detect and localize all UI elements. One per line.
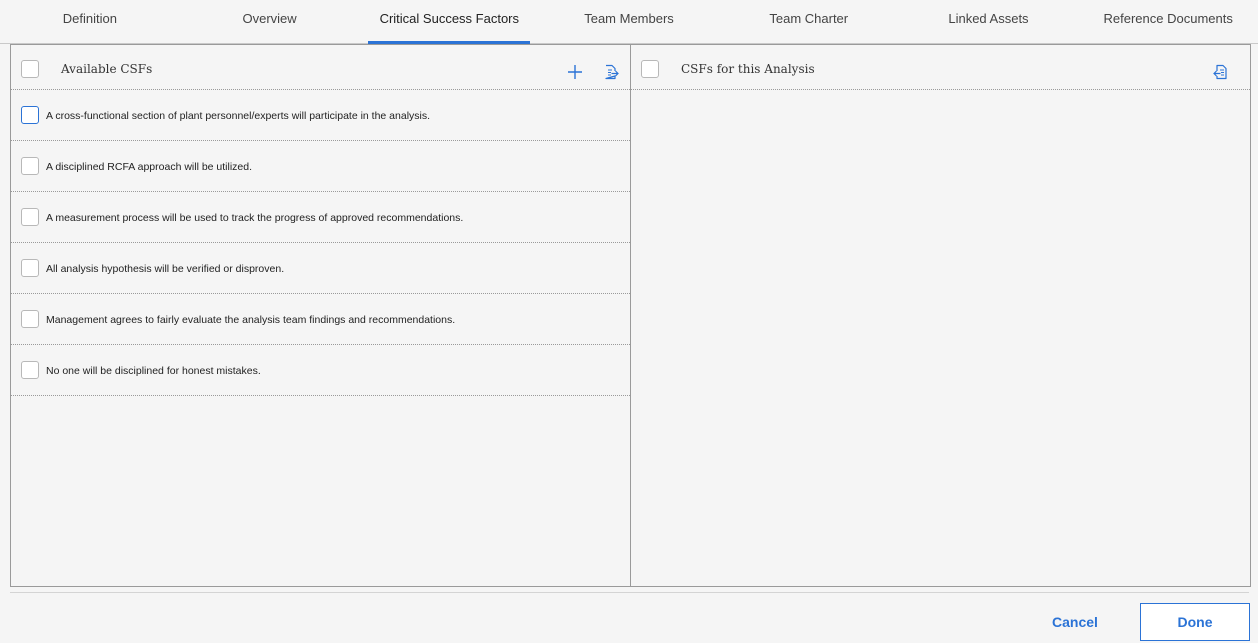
- available-csfs-panel: Available CSFs A cross-functional sectio…: [11, 45, 631, 586]
- list-item[interactable]: A measurement process will be used to tr…: [11, 192, 630, 243]
- analysis-csfs-panel: CSFs for this Analysis: [631, 45, 1250, 586]
- footer-divider: [10, 592, 1249, 593]
- tab-critical-success-factors[interactable]: Critical Success Factors: [359, 0, 539, 44]
- available-csfs-title: Available CSFs: [61, 62, 153, 76]
- analysis-csfs-title: CSFs for this Analysis: [681, 62, 815, 76]
- move-left-icon[interactable]: [1213, 64, 1229, 80]
- select-all-analysis-checkbox[interactable]: [641, 60, 659, 78]
- csf-item-text: Management agrees to fairly evaluate the…: [46, 314, 456, 326]
- tab-team-charter[interactable]: Team Charter: [719, 0, 899, 43]
- csf-checkbox[interactable]: [21, 157, 39, 175]
- select-all-available-checkbox[interactable]: [21, 60, 39, 78]
- csf-checkbox[interactable]: [21, 310, 39, 328]
- csf-item-text: A disciplined RCFA approach will be util…: [46, 161, 253, 173]
- csf-item-text: A measurement process will be used to tr…: [46, 212, 464, 224]
- csf-checkbox[interactable]: [21, 106, 39, 124]
- csf-checkbox[interactable]: [21, 361, 39, 379]
- move-right-icon[interactable]: [603, 64, 619, 80]
- csf-checkbox[interactable]: [21, 259, 39, 277]
- tab-linked-assets[interactable]: Linked Assets: [899, 0, 1079, 43]
- tab-reference-documents[interactable]: Reference Documents: [1078, 0, 1258, 43]
- tab-overview[interactable]: Overview: [180, 0, 360, 43]
- csf-panels: Available CSFs A cross-functional sectio…: [10, 44, 1251, 587]
- list-item[interactable]: No one will be disciplined for honest mi…: [11, 345, 630, 396]
- csf-item-text: All analysis hypothesis will be verified…: [46, 263, 285, 275]
- plus-icon[interactable]: [567, 64, 583, 80]
- list-item[interactable]: A cross-functional section of plant pers…: [11, 90, 630, 141]
- tab-bar: Definition Overview Critical Success Fac…: [0, 0, 1258, 44]
- list-item[interactable]: A disciplined RCFA approach will be util…: [11, 141, 630, 192]
- tab-definition[interactable]: Definition: [0, 0, 180, 43]
- analysis-csfs-header: CSFs for this Analysis: [631, 45, 1250, 90]
- list-item[interactable]: All analysis hypothesis will be verified…: [11, 243, 630, 294]
- done-button[interactable]: Done: [1140, 603, 1250, 641]
- csf-item-text: A cross-functional section of plant pers…: [46, 110, 431, 122]
- cancel-button[interactable]: Cancel: [1040, 604, 1110, 640]
- list-item[interactable]: Management agrees to fairly evaluate the…: [11, 294, 630, 345]
- tab-team-members[interactable]: Team Members: [539, 0, 719, 43]
- csf-checkbox[interactable]: [21, 208, 39, 226]
- available-csfs-header: Available CSFs: [11, 45, 630, 90]
- csf-item-text: No one will be disciplined for honest mi…: [46, 365, 261, 377]
